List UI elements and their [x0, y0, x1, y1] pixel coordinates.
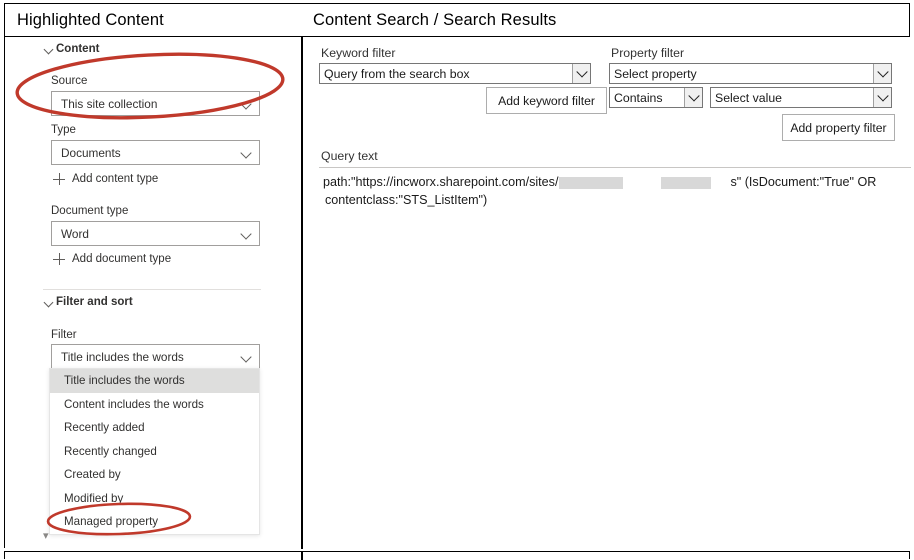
filter-dropdown-list[interactable]: Title includes the words Content include… [49, 368, 260, 535]
chevron-down-icon [241, 228, 253, 240]
header-cell-highlighted-content: Highlighted Content [17, 10, 164, 29]
type-dropdown[interactable]: Documents [51, 140, 260, 165]
query-text-line1-prefix: path:"https://incworx.sharepoint.com/sit… [323, 175, 559, 189]
dropdown-option-title-includes-the-words[interactable]: Title includes the words [50, 369, 259, 393]
filter-dropdown-trigger[interactable]: Title includes the words [51, 344, 260, 369]
property-operator-value: Contains [614, 90, 663, 105]
chevron-down-icon[interactable] [873, 88, 891, 107]
add-keyword-filter-button[interactable]: Add keyword filter [486, 87, 607, 114]
content-search-panel: Keyword filter Query from the search box… [303, 37, 911, 549]
dropdown-option-label: Title includes the words [64, 374, 185, 388]
property-operator-select[interactable]: Contains [609, 87, 703, 108]
highlighted-content-panel: Content Source This site collection Type… [5, 37, 301, 549]
header-cell-content-search: Content Search / Search Results [313, 10, 557, 29]
section-header-content-label: Content [56, 43, 100, 55]
document-type-dropdown-value: Word [61, 226, 89, 241]
dropdown-option-modified-by[interactable]: Modified by [50, 486, 259, 510]
dropdown-option-label: Recently added [64, 421, 145, 435]
chevron-down-icon [241, 147, 253, 159]
query-text-line2: contentclass:"STS_ListItem") [325, 193, 488, 207]
add-content-type-button[interactable]: Add content type [53, 173, 158, 185]
property-select[interactable]: Select property [609, 63, 892, 84]
type-dropdown-value: Documents [61, 145, 121, 160]
chevron-down-icon [241, 351, 253, 363]
dropdown-option-content-includes-the-words[interactable]: Content includes the words [50, 392, 259, 416]
redacted-block [661, 176, 712, 189]
dropdown-option-managed-property[interactable]: Managed property [50, 510, 259, 534]
add-document-type-button[interactable]: Add document type [53, 253, 171, 265]
keyword-filter-select[interactable]: Query from the search box [319, 63, 591, 84]
source-dropdown-value: This site collection [61, 96, 158, 111]
add-content-type-label: Add content type [72, 173, 159, 185]
chevron-down-icon [43, 44, 54, 55]
table-header-row: Highlighted Content Content Search / Sea… [5, 4, 909, 37]
document-type-dropdown[interactable]: Word [51, 221, 260, 246]
add-property-filter-button[interactable]: Add property filter [782, 114, 895, 141]
table-next-row-sliver [4, 551, 910, 560]
property-filter-label: Property filter [611, 46, 685, 60]
chevron-down-icon [241, 98, 253, 110]
property-select-value: Select property [614, 66, 697, 81]
dropdown-option-label: Managed property [64, 515, 159, 529]
dropdown-option-recently-added[interactable]: Recently added [50, 416, 259, 440]
property-value-value: Select value [715, 90, 782, 105]
dropdown-option-created-by[interactable]: Created by [50, 463, 259, 487]
keyword-filter-value: Query from the search box [324, 66, 470, 81]
query-text-input[interactable]: path:"https://incworx.sharepoint.com/sit… [319, 167, 911, 247]
add-keyword-filter-label: Add keyword filter [498, 93, 595, 108]
dropdown-option-recently-changed[interactable]: Recently changed [50, 439, 259, 463]
chevron-down-icon[interactable] [572, 64, 590, 83]
type-label: Type [51, 124, 76, 136]
filter-label: Filter [51, 329, 77, 341]
add-property-filter-label: Add property filter [790, 120, 887, 135]
keyword-filter-label: Keyword filter [321, 46, 396, 60]
filter-dropdown-value: Title includes the words [61, 349, 184, 364]
collapsed-section-chevron-icon: ▾ [43, 530, 49, 542]
source-label: Source [51, 75, 88, 87]
section-header-content[interactable]: Content [43, 43, 99, 55]
plus-icon [53, 173, 65, 185]
chevron-down-icon[interactable] [873, 64, 891, 83]
section-divider [43, 289, 261, 290]
dropdown-option-label: Modified by [64, 491, 124, 505]
query-text-label: Query text [321, 149, 378, 163]
property-value-select[interactable]: Select value [710, 87, 892, 108]
plus-icon [53, 253, 65, 265]
section-header-filter-and-sort-label: Filter and sort [56, 296, 133, 308]
redacted-block [559, 176, 624, 189]
section-header-filter-and-sort[interactable]: Filter and sort [43, 296, 133, 308]
add-document-type-label: Add document type [72, 253, 172, 265]
chevron-down-icon[interactable] [684, 88, 702, 107]
query-text-line1-suffix: s" (IsDocument:"True" OR [730, 175, 877, 189]
document-type-label: Document type [51, 205, 129, 217]
dropdown-option-label: Created by [64, 468, 121, 482]
source-dropdown[interactable]: This site collection [51, 91, 260, 116]
dropdown-option-label: Content includes the words [64, 397, 204, 411]
chevron-down-icon [43, 297, 54, 308]
dropdown-option-label: Recently changed [64, 444, 157, 458]
screenshot-table: Highlighted Content Content Search / Sea… [4, 3, 911, 549]
